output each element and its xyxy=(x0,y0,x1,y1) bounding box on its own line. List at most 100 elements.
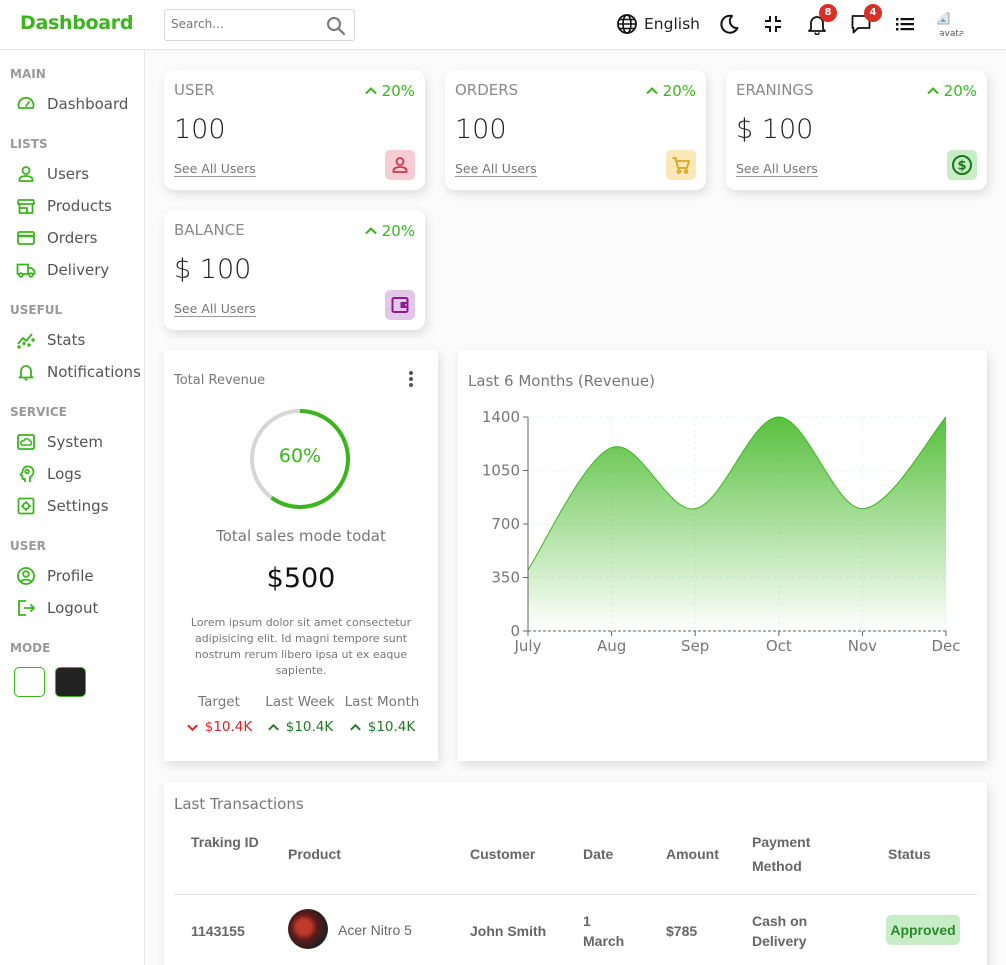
dollar-icon: $ xyxy=(952,155,972,175)
column-header-status[interactable]: Status xyxy=(888,842,931,866)
widget-orders: ORDERS 20% 100 See All Users xyxy=(445,70,706,190)
globe-icon[interactable] xyxy=(616,13,638,39)
dark-mode-icon[interactable] xyxy=(718,13,740,39)
credit-card-icon xyxy=(16,228,36,248)
user-icon xyxy=(16,164,36,184)
summary-value-text: $10.4K xyxy=(204,719,253,735)
widget-value: $ 100 xyxy=(174,254,252,285)
dark-mode-option[interactable] xyxy=(55,667,86,697)
column-header-tracking-id[interactable]: Traking ID xyxy=(191,830,261,854)
revenue-subtitle: Total sales mode todat xyxy=(216,527,386,545)
summary-value: $10.4K xyxy=(338,719,426,735)
truck-icon xyxy=(16,260,36,280)
sidebar-item-logs[interactable]: Logs xyxy=(16,463,82,485)
light-mode-option[interactable] xyxy=(14,667,45,697)
widget-earnings: ERANINGS 20% $ 100 See All Users $ xyxy=(726,70,987,190)
sidebar-item-dashboard[interactable]: Dashboard xyxy=(16,93,128,115)
sidebar-section-user: USER xyxy=(10,539,46,553)
search-box xyxy=(164,9,355,41)
chart-x-tick-label: Dec xyxy=(931,637,960,655)
widget-link[interactable]: See All Users xyxy=(455,161,537,177)
sidebar-section-main: MAIN xyxy=(10,67,46,81)
svg-text:$: $ xyxy=(957,159,966,174)
column-header-customer[interactable]: Customer xyxy=(470,842,535,866)
sidebar-item-settings[interactable]: Settings xyxy=(16,495,109,517)
search-input[interactable] xyxy=(171,17,321,31)
widget-link[interactable]: See All Users xyxy=(736,161,818,177)
chart-x-tick-label: Sep xyxy=(681,637,709,655)
search-icon[interactable] xyxy=(326,16,346,40)
sidebar-item-notifications[interactable]: Notifications xyxy=(16,361,141,383)
product-image xyxy=(288,909,328,949)
sidebar-item-stats[interactable]: Stats xyxy=(16,329,85,351)
chart-x-tick-label: July xyxy=(514,637,542,655)
sidebar-item-label: Users xyxy=(47,165,90,183)
chart-x-tick-label: Oct xyxy=(766,637,792,655)
column-header-date[interactable]: Date xyxy=(583,842,613,866)
cell-date: 1 March xyxy=(583,913,625,949)
sidebar-item-products[interactable]: Products xyxy=(16,195,112,217)
column-header-payment-method[interactable]: Payment Method xyxy=(752,830,832,878)
transactions-panel: Last Transactions Traking ID Product Cus… xyxy=(164,782,987,965)
sidebar-item-users[interactable]: Users xyxy=(16,163,89,185)
widget-user: USER 20% 100 See All Users xyxy=(164,70,425,190)
cell-tracking-id: 1143155 xyxy=(191,923,245,939)
logout-icon xyxy=(16,598,36,618)
transactions-title: Last Transactions xyxy=(174,795,304,813)
language-selector[interactable]: English xyxy=(644,15,700,33)
widget-icon-box[interactable] xyxy=(385,150,415,180)
user-avatar[interactable]: avatar xyxy=(937,12,965,40)
summary-target: Target $10.4K xyxy=(175,694,263,735)
chevron-up-icon xyxy=(267,723,279,730)
chevron-up-icon xyxy=(349,723,361,730)
chevron-up-icon xyxy=(364,87,377,95)
chart-x-tick-label: Nov xyxy=(848,637,877,655)
sidebar-item-profile[interactable]: Profile xyxy=(16,565,94,587)
sidebar-item-logout[interactable]: Logout xyxy=(16,597,98,619)
chart-y-tick-label: 1400 xyxy=(482,408,520,426)
cell-amount: $785 xyxy=(666,923,698,939)
fullscreen-exit-icon[interactable] xyxy=(762,13,784,39)
app-logo[interactable]: Dashboard xyxy=(20,12,133,34)
sidebar-item-delivery[interactable]: Delivery xyxy=(16,259,109,281)
sidebar-section-useful: USEFUL xyxy=(10,303,63,317)
chart-title: Last 6 Months (Revenue) xyxy=(468,372,655,390)
revenue-progress-label: 60% xyxy=(278,445,322,467)
person-icon xyxy=(392,157,408,173)
summary-value-text: $10.4K xyxy=(285,719,334,735)
widget-icon-box[interactable] xyxy=(666,150,696,180)
top-navbar: Dashboard English 8 4 avatar xyxy=(0,0,1006,50)
chevron-up-icon xyxy=(645,87,658,95)
sidebar-item-label: Logout xyxy=(47,599,99,617)
widget-link[interactable]: See All Users xyxy=(174,161,256,177)
summary-last-month: Last Month $10.4K xyxy=(338,694,426,735)
system-icon xyxy=(16,432,36,452)
bell-icon xyxy=(16,362,36,382)
widget-percentage-value: 20% xyxy=(381,222,415,240)
widget-balance: BALANCE 20% $ 100 See All Users xyxy=(164,210,425,330)
widget-percentage: 20% xyxy=(645,82,696,100)
widget-percentage: 20% xyxy=(926,82,977,100)
sidebar-item-label: System xyxy=(47,433,103,451)
summary-label: Target xyxy=(198,694,240,710)
widget-icon-box[interactable]: $ xyxy=(947,150,977,180)
widget-title: ERANINGS xyxy=(736,81,814,99)
table-divider xyxy=(174,894,977,895)
sidebar-item-orders[interactable]: Orders xyxy=(16,227,97,249)
sidebar-item-system[interactable]: System xyxy=(16,431,103,453)
widget-link[interactable]: See All Users xyxy=(174,301,256,317)
more-vert-icon[interactable] xyxy=(407,370,415,392)
cart-icon xyxy=(672,157,690,174)
widget-title: BALANCE xyxy=(174,221,245,239)
profile-icon xyxy=(16,566,36,586)
chart-y-tick-label: 1050 xyxy=(482,462,520,480)
summary-label: Last Week xyxy=(265,694,335,710)
column-header-amount[interactable]: Amount xyxy=(666,842,719,866)
widget-icon-box[interactable] xyxy=(385,290,415,320)
column-header-product[interactable]: Product xyxy=(288,842,341,866)
revenue-description: Lorem ipsum dolor sit amet consectetur a… xyxy=(190,616,412,677)
list-menu-icon[interactable] xyxy=(894,13,916,39)
widget-value: 100 xyxy=(455,114,507,145)
summary-label: Last Month xyxy=(344,694,420,710)
widget-percentage-value: 20% xyxy=(662,82,696,100)
